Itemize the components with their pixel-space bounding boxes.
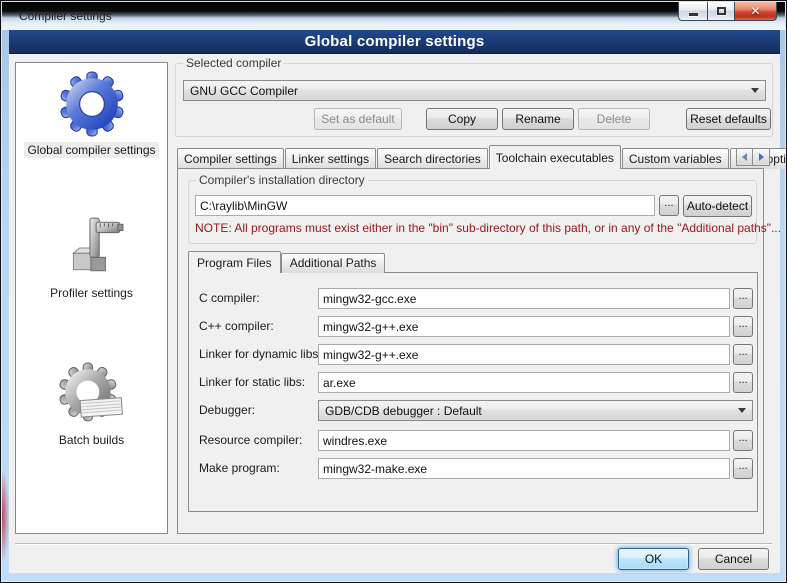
debugger-label: Debugger: — [199, 403, 255, 417]
tab-scroll-buttons — [736, 148, 770, 166]
maximize-icon — [717, 7, 726, 15]
make-program-label: Make program: — [199, 461, 280, 475]
c-compiler-label: C compiler: — [199, 291, 260, 305]
selected-compiler-group-label: Selected compiler — [183, 56, 284, 70]
dynamic-linker-browse-button[interactable]: ... — [733, 344, 753, 365]
dynamic-linker-input[interactable] — [318, 344, 730, 365]
compiler-select[interactable]: GNU GCC Compiler — [183, 80, 766, 101]
tab-custom-variables[interactable]: Custom variables — [622, 148, 729, 169]
static-linker-browse-button[interactable]: ... — [733, 372, 753, 393]
compiler-select-value: GNU GCC Compiler — [190, 84, 745, 98]
sidebar-item-profiler-settings[interactable]: Profiler settings — [16, 214, 167, 301]
delete-button[interactable]: Delete — [578, 108, 650, 130]
toolchain-executables-page: Compiler's installation directory ... Au… — [177, 168, 764, 534]
settings-category-list: Global compiler settings — [15, 62, 168, 534]
settings-tabstrip: Compiler settings Linker settings Search… — [177, 145, 787, 169]
page-title: Global compiler settings — [305, 33, 485, 50]
maximize-button[interactable] — [707, 2, 735, 21]
sidebar-item-label: Batch builds — [56, 432, 127, 448]
c-compiler-input[interactable] — [318, 288, 730, 309]
minimize-icon — [689, 13, 698, 16]
sidebar-item-label: Profiler settings — [47, 285, 136, 301]
subtab-program-files[interactable]: Program Files — [188, 251, 281, 273]
make-program-browse-button[interactable]: ... — [733, 458, 753, 479]
sidebar-item-batch-builds[interactable]: Batch builds — [16, 361, 167, 448]
browse-directory-button[interactable]: ... — [659, 195, 679, 216]
window-title: Compiler settings — [19, 9, 112, 23]
tab-toolchain-executables[interactable]: Toolchain executables — [489, 145, 621, 169]
make-program-input[interactable] — [318, 458, 730, 479]
resource-compiler-input[interactable] — [318, 430, 730, 451]
cancel-button[interactable]: Cancel — [698, 548, 769, 570]
rename-button[interactable]: Rename — [502, 108, 574, 130]
static-linker-input[interactable] — [318, 372, 730, 393]
copy-button[interactable]: Copy — [426, 108, 498, 130]
toolchain-subtabs: Program Files Additional Paths — [188, 251, 385, 273]
reset-defaults-button[interactable]: Reset defaults — [686, 108, 771, 130]
sidebar-item-label: Global compiler settings — [24, 142, 158, 158]
caption-buttons: ✕ — [678, 2, 777, 21]
installation-directory-group-label: Compiler's installation directory — [196, 173, 368, 187]
tab-scroll-left-button[interactable] — [736, 148, 753, 166]
chevron-down-icon — [751, 88, 759, 93]
minimize-button[interactable] — [678, 2, 707, 21]
dynamic-linker-label: Linker for dynamic libs: — [199, 347, 322, 361]
close-button[interactable]: ✕ — [735, 2, 777, 21]
debugger-select-value: GDB/CDB debugger : Default — [325, 404, 732, 418]
static-linker-label: Linker for static libs: — [199, 375, 305, 389]
ok-button[interactable]: OK — [618, 548, 689, 570]
c-compiler-browse-button[interactable]: ... — [733, 288, 753, 309]
tab-compiler-settings[interactable]: Compiler settings — [177, 148, 284, 169]
subtab-additional-paths[interactable]: Additional Paths — [281, 253, 386, 273]
arrow-right-icon — [759, 153, 764, 161]
dialog-content: Global compiler settings — [9, 54, 780, 573]
compiler-settings-dialog: Compiler settings ✕ Global compiler sett… — [0, 0, 787, 583]
tab-scroll-right-button[interactable] — [753, 148, 770, 166]
footer-separator — [15, 543, 772, 545]
selected-compiler-group: Selected compiler GNU GCC Compiler Set a… — [175, 63, 773, 137]
frame-reflection — [2, 471, 9, 561]
resource-compiler-label: Resource compiler: — [199, 433, 302, 447]
set-as-default-button[interactable]: Set as default — [314, 108, 402, 130]
cpp-compiler-input[interactable] — [318, 316, 730, 337]
debugger-select[interactable]: GDB/CDB debugger : Default — [318, 400, 753, 421]
titlebar[interactable]: Compiler settings ✕ — [2, 2, 785, 30]
caliper-icon — [59, 214, 125, 280]
chevron-down-icon — [738, 408, 746, 413]
tab-search-directories[interactable]: Search directories — [377, 148, 488, 169]
installation-directory-group: Compiler's installation directory ... Au… — [188, 180, 757, 244]
arrow-left-icon — [742, 153, 747, 161]
close-icon: ✕ — [750, 5, 760, 17]
blue-gear-icon — [59, 71, 125, 137]
dialog-header: Global compiler settings — [9, 30, 780, 54]
resource-compiler-browse-button[interactable]: ... — [733, 430, 753, 451]
cpp-compiler-label: C++ compiler: — [199, 319, 274, 333]
program-files-panel: C compiler: ... C++ compiler: ... Linker… — [188, 272, 758, 512]
sidebar-item-global-compiler-settings[interactable]: Global compiler settings — [16, 71, 167, 158]
auto-detect-button[interactable]: Auto-detect — [683, 195, 752, 217]
tab-linker-settings[interactable]: Linker settings — [285, 148, 376, 169]
installation-directory-input[interactable] — [195, 195, 655, 216]
cpp-compiler-browse-button[interactable]: ... — [733, 316, 753, 337]
batch-builds-gear-icon — [59, 361, 125, 427]
bin-subdirectory-note: NOTE: All programs must exist either in … — [195, 221, 781, 235]
